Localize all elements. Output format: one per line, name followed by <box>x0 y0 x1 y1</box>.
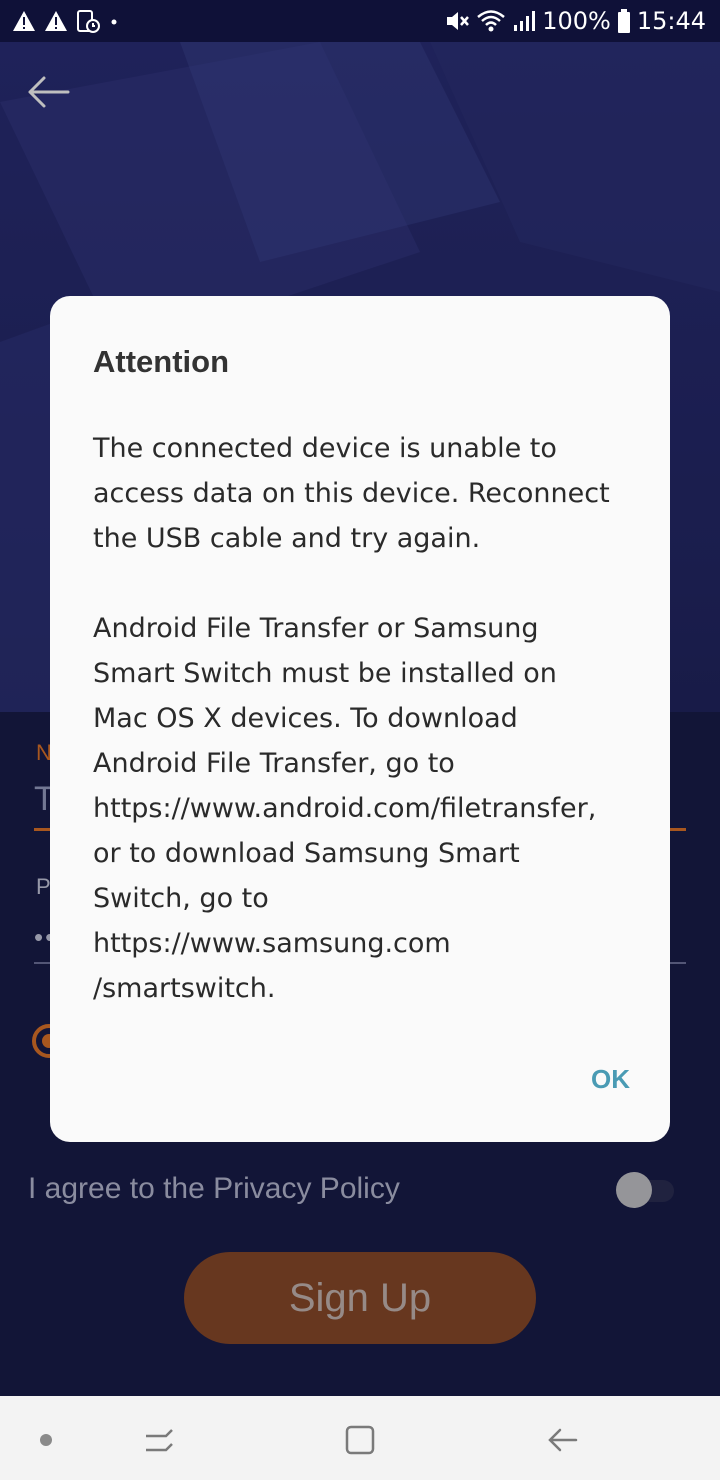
battery-percentage: 100% <box>542 7 611 35</box>
dialog-message-paragraph: The connected device is unable to access… <box>93 433 610 554</box>
mute-icon <box>447 12 470 30</box>
home-icon[interactable] <box>340 1420 380 1460</box>
attention-dialog: Attention The connected device is unable… <box>50 296 670 1142</box>
wifi-icon <box>477 10 506 32</box>
warning-icon <box>13 11 35 31</box>
status-right-icons: 100% 15:44 <box>444 6 706 36</box>
screen-record-icon <box>77 10 100 33</box>
warning-icon <box>45 11 67 31</box>
dialog-message: The connected device is unable to access… <box>93 426 633 1056</box>
battery-icon <box>617 9 630 33</box>
dialog-title: Attention <box>93 344 230 379</box>
nav-dot-icon[interactable] <box>40 1434 52 1446</box>
dot-icon <box>111 19 117 25</box>
clock: 15:44 <box>636 7 706 35</box>
status-bar: 100% 15:44 <box>0 0 720 42</box>
dialog-message-paragraph: Android File Transfer or Samsung Smart S… <box>93 613 597 1004</box>
ok-button[interactable]: OK <box>591 1064 630 1095</box>
status-left-icons <box>12 8 120 34</box>
recent-apps-icon[interactable] <box>140 1420 180 1460</box>
signal-icon <box>514 11 536 31</box>
back-icon[interactable] <box>542 1420 582 1460</box>
